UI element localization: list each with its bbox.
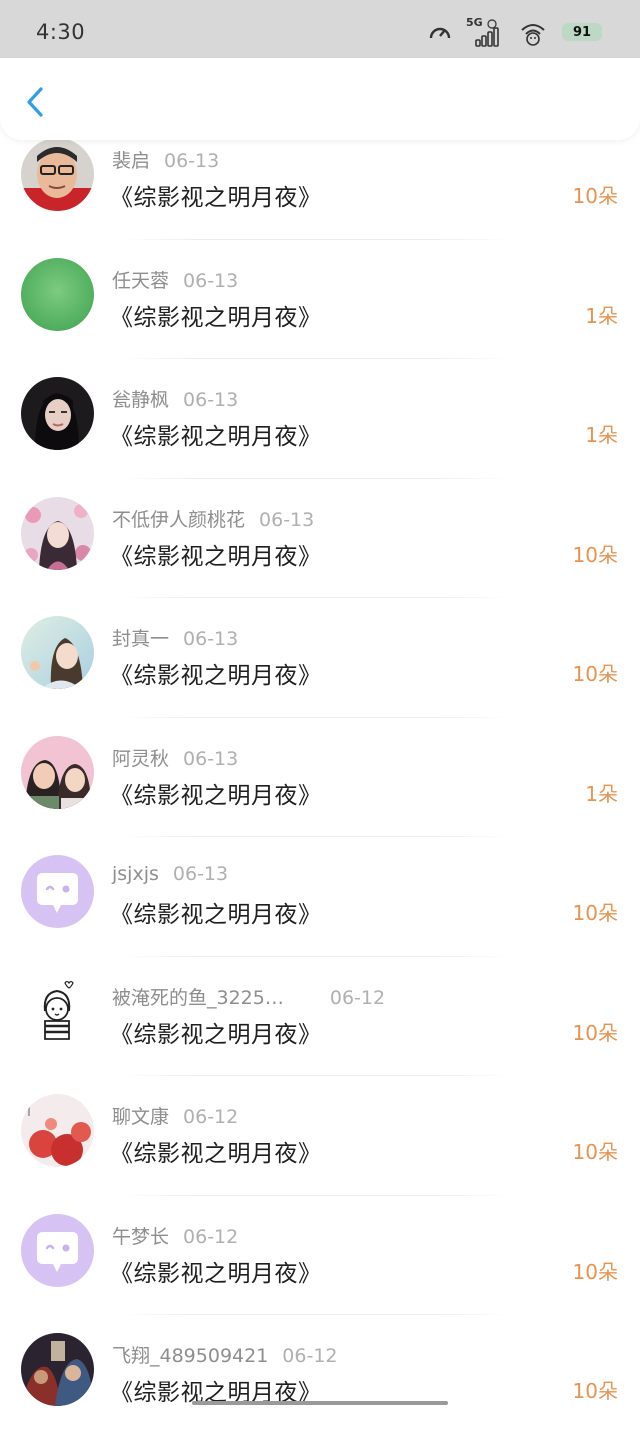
book-title: 《综影视之明月夜》 — [110, 1015, 322, 1049]
battery-indicator: 91 — [562, 21, 602, 43]
gift-meta: 午梦长 06-12 — [112, 1222, 238, 1249]
gift-meta: 被淹死的鱼_3225… 06-12 — [112, 983, 385, 1010]
gift-meta: 不低伊人颜桃花 06-13 — [112, 505, 314, 532]
book-title: 《综影视之明月夜》 — [110, 537, 322, 571]
gift-date: 06-13 — [164, 150, 219, 172]
gift-amount: 10朵 — [573, 897, 618, 926]
gift-meta: 封真一 06-13 — [112, 624, 238, 651]
nav-bar — [0, 58, 640, 140]
book-title: 《综影视之明月夜》 — [110, 417, 322, 451]
status-icons: 5G 91 — [428, 16, 602, 48]
gift-list: 裴启 06-13 《综影视之明月夜》 10朵 任天蓉 06-13 《综影视之明月夜》… — [0, 120, 640, 1435]
gift-date: 06-13 — [183, 748, 238, 770]
avatar[interactable] — [21, 855, 94, 928]
avatar[interactable] — [21, 1214, 94, 1287]
user-name: jsjxjs — [112, 863, 159, 885]
user-name: 午梦长 — [112, 1226, 169, 1248]
gift-date: 06-12 — [183, 1106, 238, 1128]
gift-meta: 瓮静枫 06-13 — [112, 385, 238, 412]
list-item[interactable]: 封真一 06-13 《综影视之明月夜》 10朵 — [0, 598, 640, 718]
user-name: 阿灵秋 — [112, 748, 169, 770]
gift-date: 06-13 — [183, 389, 238, 411]
avatar[interactable] — [21, 497, 94, 570]
home-indicator[interactable] — [192, 1401, 448, 1405]
book-title: 《综影视之明月夜》 — [110, 298, 322, 332]
gift-amount: 10朵 — [573, 1017, 618, 1046]
user-name: 封真一 — [112, 628, 169, 650]
avatar[interactable] — [21, 138, 94, 211]
signal-5g-icon: 5G — [466, 16, 504, 48]
gift-amount: 10朵 — [573, 539, 618, 568]
gift-date: 06-13 — [173, 863, 228, 885]
book-title: 《综影视之明月夜》 — [110, 1134, 322, 1168]
gift-date: 06-12 — [282, 1345, 337, 1367]
gift-amount: 10朵 — [573, 180, 618, 209]
book-title: 《综影视之明月夜》 — [110, 776, 322, 810]
book-title: 《综影视之明月夜》 — [110, 656, 322, 690]
gift-date: 06-13 — [259, 509, 314, 531]
user-name: 聊文康 — [112, 1106, 169, 1128]
gift-date: 06-12 — [183, 1226, 238, 1248]
gift-date: 06-13 — [183, 628, 238, 650]
gift-amount: 10朵 — [573, 1136, 618, 1165]
avatar[interactable] — [21, 736, 94, 809]
chevron-left-icon — [25, 86, 45, 118]
gift-amount: 10朵 — [573, 1256, 618, 1285]
book-title: 《综影视之明月夜》 — [110, 178, 322, 212]
user-name: 不低伊人颜桃花 — [112, 509, 245, 531]
gift-amount: 10朵 — [573, 1375, 618, 1404]
avatar[interactable] — [21, 1094, 94, 1167]
gift-date: 06-12 — [330, 987, 385, 1009]
user-name: 被淹死的鱼_3225… — [112, 987, 284, 1009]
book-title: 《综影视之明月夜》 — [110, 895, 322, 929]
user-name: 裴启 — [112, 150, 150, 172]
gift-amount: 1朵 — [585, 419, 618, 448]
status-bar: 4:30 5G 91 — [0, 0, 640, 62]
list-item[interactable]: 飞翔_48950942106-12 《综影视之明月夜》 10朵 — [0, 1315, 640, 1435]
avatar[interactable] — [21, 1333, 94, 1406]
avatar[interactable] — [21, 258, 94, 331]
back-button[interactable] — [18, 82, 52, 122]
gift-meta: 裴启 06-13 — [112, 146, 219, 173]
list-item[interactable]: 午梦长 06-12 《综影视之明月夜》 10朵 — [0, 1196, 640, 1316]
avatar[interactable] — [21, 377, 94, 450]
gift-meta: jsjxjs 06-13 — [112, 863, 228, 885]
user-name: 任天蓉 — [112, 270, 169, 292]
gift-amount: 10朵 — [573, 658, 618, 687]
wifi-icon — [518, 18, 548, 46]
book-title: 《综影视之明月夜》 — [110, 1254, 322, 1288]
list-item[interactable]: 阿灵秋 06-13 《综影视之明月夜》 1朵 — [0, 718, 640, 838]
list-item[interactable]: 不低伊人颜桃花 06-13 《综影视之明月夜》 10朵 — [0, 479, 640, 599]
gift-meta: 聊文康 06-12 — [112, 1102, 238, 1129]
list-item[interactable]: jsjxjs 06-13 《综影视之明月夜》 10朵 — [0, 837, 640, 957]
avatar[interactable] — [21, 975, 94, 1048]
gift-amount: 1朵 — [585, 300, 618, 329]
user-name: 瓮静枫 — [112, 389, 169, 411]
list-item[interactable]: 被淹死的鱼_3225… 06-12 《综影视之明月夜》 10朵 — [0, 957, 640, 1077]
list-item[interactable]: 任天蓉 06-13 《综影视之明月夜》 1朵 — [0, 240, 640, 360]
gift-meta: 阿灵秋 06-13 — [112, 744, 238, 771]
gift-date: 06-13 — [183, 270, 238, 292]
gift-meta: 飞翔_489509421 06-12 — [112, 1341, 338, 1368]
status-time: 4:30 — [36, 20, 85, 44]
gift-amount: 1朵 — [585, 778, 618, 807]
speed-icon — [428, 22, 452, 42]
list-item[interactable]: 瓮静枫 06-13 《综影视之明月夜》 1朵 — [0, 359, 640, 479]
list-item[interactable]: 聊文康 06-12 《综影视之明月夜》 10朵 — [0, 1076, 640, 1196]
gift-meta: 任天蓉 06-13 — [112, 266, 238, 293]
battery-level: 91 — [573, 25, 591, 40]
avatar[interactable] — [21, 616, 94, 689]
user-name: 飞翔_489509421 — [112, 1345, 268, 1367]
